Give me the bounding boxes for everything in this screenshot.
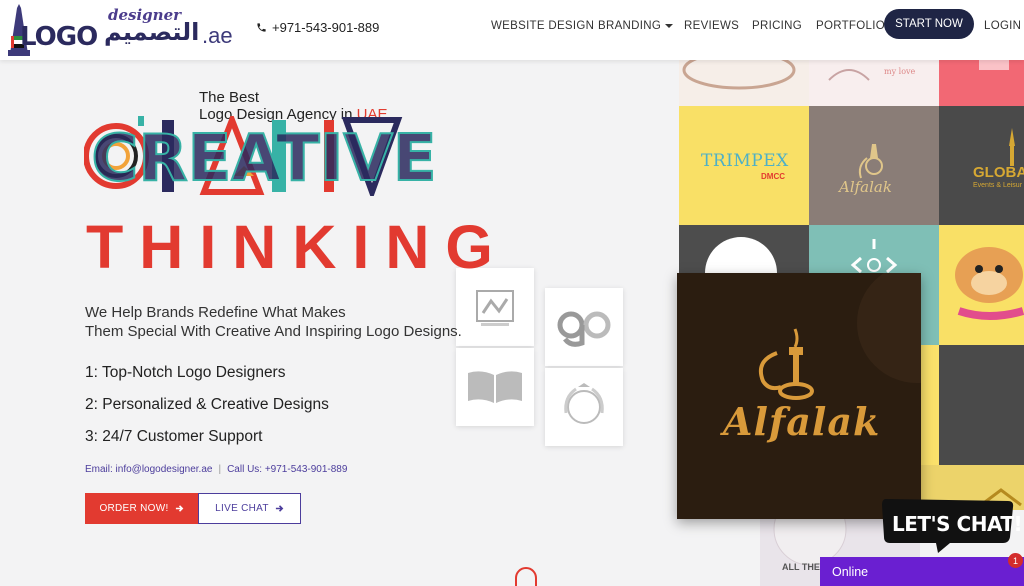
crest-logo-icon: [564, 383, 604, 424]
logo-arabic: التصميم: [104, 18, 200, 46]
chat-status: Online: [832, 565, 869, 579]
nav-portfolio[interactable]: PORTFOLIO: [816, 20, 885, 32]
alfalak-logo-text: Alfalak: [839, 178, 892, 196]
portfolio-tile[interactable]: [939, 345, 1024, 465]
logo-word: LOGO: [20, 22, 98, 52]
go-logo-icon: [557, 311, 611, 347]
building-logo-icon: [476, 290, 514, 326]
portfolio-tile-alfalak[interactable]: Alfalak: [809, 106, 939, 225]
scroll-down-indicator[interactable]: [515, 567, 537, 586]
call-link[interactable]: Call Us: +971-543-901-889: [227, 464, 347, 475]
nav-pricing[interactable]: PRICING: [752, 20, 802, 32]
live-chat-button[interactable]: LIVE CHAT: [198, 493, 301, 524]
start-now-button[interactable]: START NOW: [884, 9, 974, 39]
hero-line-1: The Best: [199, 89, 260, 106]
phone-number: +971-543-901-889: [272, 20, 380, 35]
chat-online-bar[interactable]: Online: [820, 557, 1024, 586]
header-phone[interactable]: +971-543-901-889: [256, 20, 379, 35]
contact-line: Email: info@logodesigner.ae | Call Us: +97…: [85, 464, 347, 475]
portfolio-tile[interactable]: [939, 60, 1024, 106]
feature-point: 3: 24/7 Customer Support: [85, 428, 263, 445]
globa-logo-text: GLOBA: [973, 164, 1024, 181]
hero-tagline: We Help Brands Redefine What Makes Them …: [85, 303, 462, 341]
contact-separator: |: [218, 464, 222, 475]
tagline-line-2: Them Special With Creative And Inspiring…: [85, 323, 462, 340]
nav-website-design[interactable]: WEBSITE DESIGN: [491, 20, 594, 32]
logo-thumbnail: my love: [828, 67, 916, 81]
nav-branding-label: BRANDING: [598, 20, 662, 32]
nav-branding[interactable]: BRANDING: [598, 20, 674, 32]
lets-chat-text[interactable]: LET'S CHAT!: [892, 512, 1023, 536]
site-logo[interactable]: LOGO designer التصميم .ae: [6, 4, 233, 56]
notification-badge: 1: [1008, 553, 1023, 568]
tagline-line-1: We Help Brands Redefine What Makes: [85, 304, 346, 321]
portfolio-tile-globa[interactable]: GLOBA Events & Leisur: [939, 106, 1024, 225]
caret-down-icon: [665, 23, 674, 28]
featured-logo-alfalak[interactable]: Alfalak: [677, 273, 921, 519]
creative-text-outline: CREATIVE: [91, 122, 436, 196]
nav-reviews[interactable]: REVIEWS: [684, 20, 739, 32]
dmcc-text: DMCC: [761, 172, 785, 181]
hookah-icon: [858, 144, 883, 179]
logo-thumbnail: [682, 60, 796, 90]
order-now-label: ORDER NOW!: [99, 503, 169, 514]
trimpex-logo-text: TRIMPEX: [701, 151, 789, 171]
login-link[interactable]: LOGIN: [984, 20, 1021, 32]
arrow-right-icon: [275, 505, 284, 512]
portfolio-tile-trimpex[interactable]: TRIMPEX DMCC: [679, 106, 809, 225]
client-logo-tile: [545, 368, 623, 446]
client-logo-tile: [545, 288, 623, 366]
client-logo-tile: [456, 348, 534, 426]
logo-thumbnail: [979, 60, 1009, 70]
thinking-headline: THINKING: [86, 213, 509, 281]
featured-logo-text: Alfalak: [723, 399, 881, 444]
live-chat-label: LIVE CHAT: [215, 503, 269, 514]
dog-mascot-icon: [955, 247, 1024, 320]
feature-point: 1: Top-Notch Logo Designers: [85, 364, 286, 381]
hookah-icon: [758, 273, 921, 400]
svg-text:my love: my love: [884, 67, 916, 76]
portfolio-tile[interactable]: my love: [809, 60, 939, 106]
portfolio-tile[interactable]: [679, 60, 809, 106]
arrow-right-icon: [175, 505, 183, 512]
site-header: LOGO designer التصميم .ae +971-543-901-8…: [0, 0, 1024, 60]
order-now-button[interactable]: ORDER NOW!: [85, 493, 198, 524]
globa-subtitle: Events & Leisur: [973, 182, 1023, 189]
creative-headline: CREATIVE CREATIVE: [84, 116, 438, 196]
logo-domain: .ae: [202, 23, 233, 48]
portfolio-tile-dog[interactable]: [939, 225, 1024, 345]
feature-point: 2: Personalized & Creative Designs: [85, 396, 329, 413]
phone-icon: [257, 23, 266, 32]
email-link[interactable]: Email: info@logodesigner.ae: [85, 464, 212, 475]
book-logo-icon: [468, 371, 522, 403]
